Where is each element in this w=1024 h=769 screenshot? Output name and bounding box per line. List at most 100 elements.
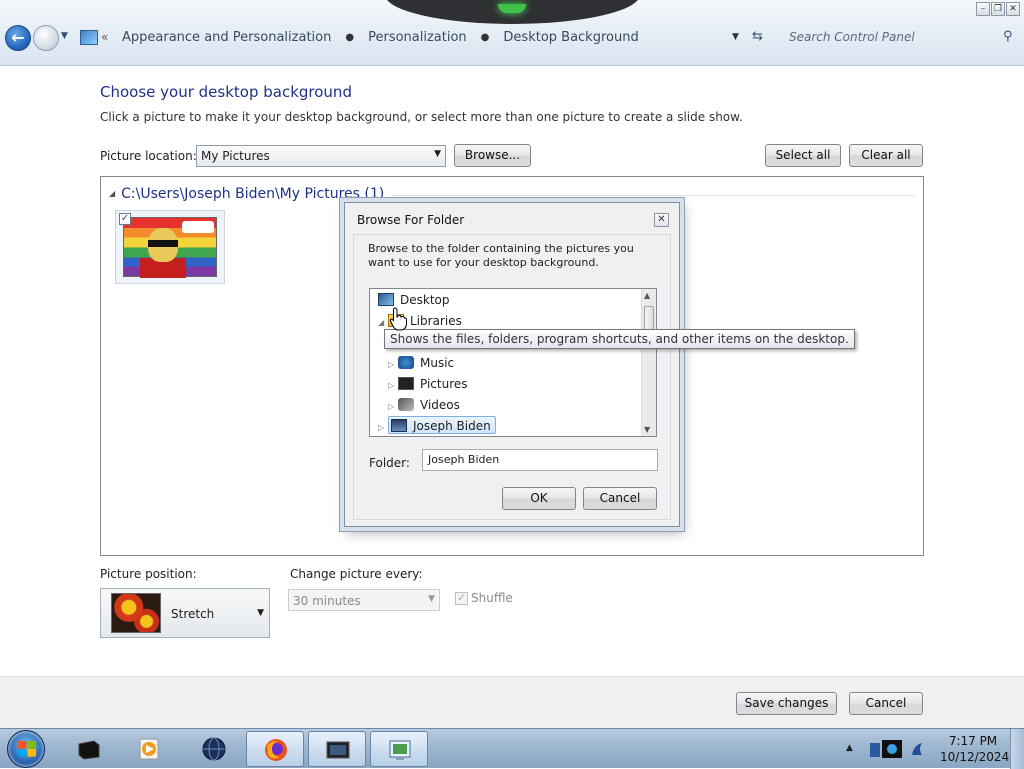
picture-location-value: My Pictures [201,149,270,163]
breadcrumb-personalization[interactable]: Personalization [368,30,467,45]
shuffle-checkbox[interactable]: ✓ [455,592,468,605]
show-desktop-button[interactable] [1010,729,1024,769]
maximize-button[interactable]: ❐ [991,2,1005,16]
search-input[interactable]: Search Control Panel [789,30,915,44]
picture-position-select[interactable]: Stretch ▼ [100,588,270,638]
breadcrumb-separator-icon[interactable]: ● [481,32,490,43]
tree-item-label: Pictures [420,377,468,391]
hand-cursor-icon [389,307,407,331]
save-changes-button[interactable]: Save changes [736,692,837,715]
thumbnail-checkbox[interactable]: ✓ [119,213,131,225]
terminal-icon [78,740,100,760]
dialog-cancel-button[interactable]: Cancel [583,487,657,510]
selected-tree-item[interactable]: Joseph Biden [388,416,496,434]
picture-thumbnail[interactable]: ✓ [115,210,225,284]
picture-location-label: Picture location: [100,149,197,163]
scroll-up-icon[interactable]: ▲ [644,291,650,300]
clear-all-button[interactable]: Clear all [849,144,923,167]
position-preview-image [111,593,161,633]
media-player-icon [139,738,159,760]
group-header[interactable]: ◢ C:\Users\Joseph Biden\My Pictures (1) [109,186,384,202]
picture-position-value: Stretch [171,607,215,621]
scrollbar-thumb[interactable] [644,306,654,330]
search-icon[interactable]: ⚲ [1003,29,1013,44]
folder-label: Folder: [369,456,410,470]
browse-for-folder-dialog: Browse For Folder ✕ Browse to the folder… [344,202,680,527]
breadcrumb-separator-icon[interactable]: ● [345,32,354,43]
select-all-button[interactable]: Select all [765,144,841,167]
ok-button[interactable]: OK [502,487,576,510]
shuffle-label: Shuffle [471,591,513,605]
desktop-icon [378,293,394,306]
address-dropdown-icon[interactable]: ▼ [732,32,739,42]
taskbar-app-control-panel[interactable] [370,731,428,767]
thumbnail-figure-glasses [148,240,178,247]
tree-item-pictures[interactable]: ▷ Pictures [388,375,468,393]
start-button[interactable] [7,730,45,768]
footer: Save changes Cancel [0,676,1024,728]
firefox-icon [265,739,287,761]
page-instruction: Click a picture to make it your desktop … [100,110,743,124]
chevron-down-icon: ▼ [434,149,441,159]
taskbar-app-explorer[interactable] [308,731,366,767]
tree-item-label: Music [420,356,455,370]
expand-icon[interactable]: ▷ [378,419,388,436]
collapse-icon[interactable]: ◢ [109,189,115,198]
scroll-down-icon[interactable]: ▼ [644,425,650,434]
tree-item-music[interactable]: ▷ Music [388,354,454,372]
picture-location-select[interactable]: My Pictures ▼ [196,145,446,167]
breadcrumb: Appearance and Personalization ● Persona… [122,30,639,45]
close-window-button[interactable]: ✕ [1006,2,1020,16]
window-icon [326,741,350,759]
system-tray: ▲ [846,731,940,767]
dialog-instruction: Browse to the folder containing the pict… [368,242,634,269]
clock-date: 10/12/2024 [940,750,1010,764]
taskbar-app-firefox[interactable] [246,731,304,767]
breadcrumb-overflow-chevron[interactable]: « [101,30,108,44]
show-hidden-icons-icon[interactable]: ▲ [846,743,853,753]
expand-icon[interactable]: ▷ [388,356,398,374]
group-header-path: C:\Users\Joseph Biden\My Pictures (1) [121,186,385,202]
breadcrumb-appearance[interactable]: Appearance and Personalization [122,30,331,45]
tree-item-user-folder[interactable]: ▷ Joseph Biden [378,416,496,434]
group-divider [391,195,916,196]
desktop-tooltip: Shows the files, folders, program shortc… [384,329,855,349]
control-panel-icon [80,30,98,45]
taskbar-app-globe[interactable] [185,731,243,767]
tray-icons[interactable] [868,737,928,763]
tree-item-label: Desktop [400,293,450,307]
chevron-down-icon: ▼ [428,594,435,604]
user-folder-icon [391,419,407,432]
breadcrumb-desktop-background[interactable]: Desktop Background [503,30,638,45]
back-button[interactable]: ← [5,25,31,51]
tree-scrollbar[interactable]: ▲ ▼ [641,289,656,436]
dialog-close-button[interactable]: ✕ [654,213,669,227]
window-controls: – ❐ ✕ [976,2,1020,16]
folder-tree[interactable]: Desktop ◢ Libraries ▷ Music ▷ Pictures ▷ Vid… [369,288,657,437]
expand-icon[interactable]: ▷ [388,377,398,395]
thumbnail-speech-bubble [182,221,214,233]
taskbar-app-terminal[interactable] [60,731,118,767]
minimize-button[interactable]: – [976,2,990,16]
music-icon [398,356,414,369]
taskbar-app-media-player[interactable] [120,731,178,767]
chevron-down-icon: ▼ [257,608,264,618]
tree-item-videos[interactable]: ▷ Videos [388,396,460,414]
dialog-body: Browse to the folder containing the pict… [353,234,671,520]
dialog-title: Browse For Folder [357,213,465,227]
browse-button[interactable]: Browse... [454,144,531,167]
tree-item-label: Libraries [410,314,462,328]
recent-pages-dropdown[interactable]: ▼ [61,31,68,41]
forward-button[interactable] [33,25,59,51]
cancel-button[interactable]: Cancel [849,692,923,715]
expand-icon[interactable]: ▷ [388,398,398,416]
control-panel-icon [389,740,411,760]
change-picture-select[interactable]: 30 minutes ▼ [288,589,440,611]
page-title: Choose your desktop background [100,83,352,101]
refresh-icon[interactable]: ⇆ [752,29,763,44]
windows-logo-icon [18,741,36,757]
folder-input[interactable]: Joseph Biden [422,449,658,471]
change-picture-label: Change picture every: [290,567,423,581]
change-picture-value: 30 minutes [293,594,361,608]
clock[interactable]: 7:17 PM 10/12/2024 [940,733,1010,765]
